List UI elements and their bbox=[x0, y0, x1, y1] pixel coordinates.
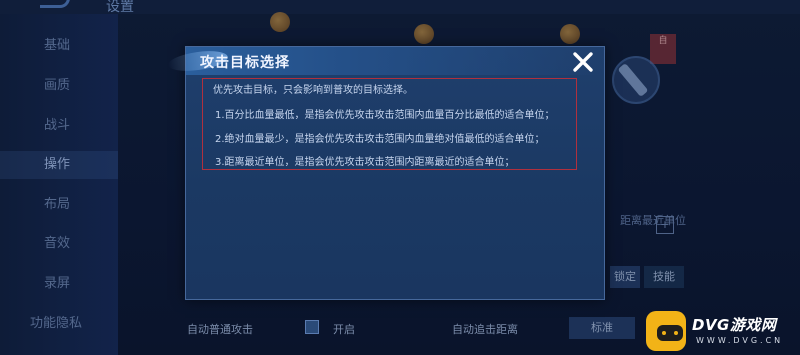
gamepad-button-dot bbox=[662, 331, 666, 335]
dialog-intro: 优先攻击目标，只会影响到普攻的目标选择。 bbox=[213, 85, 413, 96]
status-badge: 自 bbox=[650, 34, 676, 64]
gamepad-shape bbox=[657, 325, 683, 341]
sidebar-item-controls[interactable]: 操作 bbox=[0, 151, 118, 179]
option-description: 2.绝对血量最少，是指会优先攻击攻击范围内血量绝对值最低的适合单位； bbox=[215, 134, 545, 145]
sidebar-item-layout[interactable]: 布局 bbox=[0, 191, 118, 219]
auto-attack-label: 自动普通攻击 bbox=[187, 323, 253, 336]
close-icon bbox=[573, 52, 593, 72]
hero-coin-icon bbox=[270, 12, 290, 32]
sidebar-item-privacy[interactable]: 功能隐私 bbox=[0, 310, 118, 338]
auto-chase-button[interactable]: 标准 bbox=[569, 317, 635, 339]
sidebar-item-graphics[interactable]: 画质 bbox=[0, 72, 118, 100]
watermark-main-text: DVG游戏网 bbox=[692, 316, 777, 334]
option-description: 1.百分比血量最低，是指会优先攻击攻击范围内血量百分比最低的适合单位； bbox=[215, 110, 555, 121]
watermark-sub-text: WWW.DVG.CN bbox=[696, 336, 784, 345]
auto-attack-checkbox[interactable] bbox=[305, 320, 319, 334]
option-description: 3.距离最近单位，是指会优先攻击攻击范围内距离最近的适合单位； bbox=[215, 157, 515, 168]
dialog-title: 攻击目标选择 bbox=[200, 55, 290, 71]
settings-sidebar: 基础 画质 战斗 操作 布局 音效 录屏 功能隐私 bbox=[0, 14, 118, 355]
target-mode-label: 距离最近单位 bbox=[620, 214, 686, 227]
sidebar-item-sound[interactable]: 音效 bbox=[0, 230, 118, 258]
plus-icon[interactable]: + bbox=[656, 216, 674, 234]
gamepad-icon bbox=[646, 311, 686, 351]
attack-target-dialog: 攻击目标选择 优先攻击目标，只会影响到普攻的目标选择。 1.百分比血量最低，是指… bbox=[167, 46, 606, 300]
close-button[interactable] bbox=[571, 51, 595, 73]
site-watermark: DVG游戏网 WWW.DVG.CN bbox=[642, 309, 800, 355]
hero-coin-icon bbox=[414, 24, 434, 44]
lock-button[interactable]: 锁定 bbox=[610, 266, 640, 288]
sidebar-item-basic[interactable]: 基础 bbox=[0, 32, 118, 60]
description-highlight-box: 优先攻击目标，只会影响到普攻的目标选择。 1.百分比血量最低，是指会优先攻击攻击… bbox=[202, 78, 577, 170]
auto-attack-value: 开启 bbox=[333, 323, 355, 336]
auto-chase-label: 自动追击距离 bbox=[452, 323, 518, 336]
sidebar-item-recording[interactable]: 录屏 bbox=[0, 270, 118, 298]
sidebar-item-combat[interactable]: 战斗 bbox=[0, 112, 118, 140]
skill-button[interactable]: 技能 bbox=[644, 266, 684, 288]
hero-coin-icon bbox=[560, 24, 580, 44]
gamepad-button-dot bbox=[674, 331, 678, 335]
